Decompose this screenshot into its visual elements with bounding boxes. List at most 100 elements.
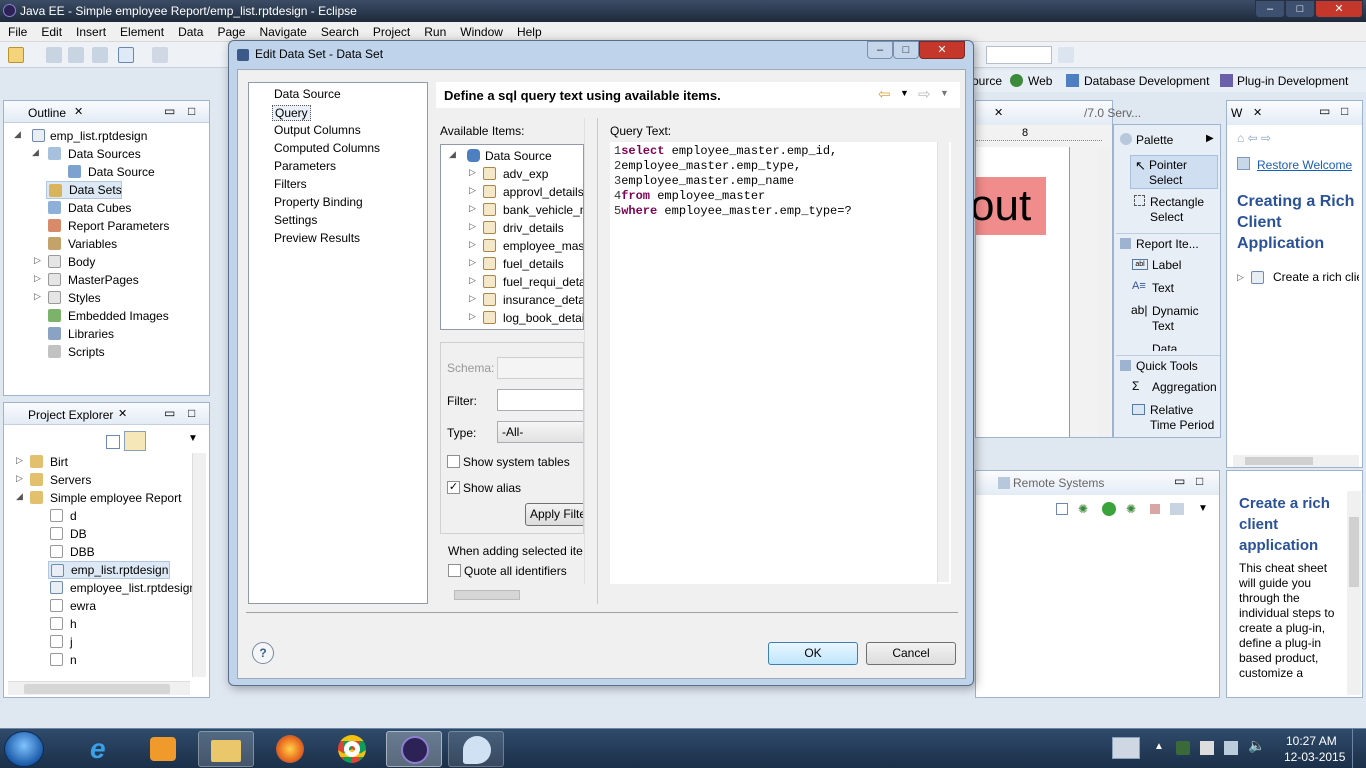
dialog-maximize-button[interactable]: □ [893, 41, 919, 59]
publish-icon[interactable] [1170, 503, 1184, 515]
report-items-header[interactable]: Report Ite... [1116, 233, 1220, 253]
toggle-icon[interactable] [118, 47, 134, 63]
cheatsheet-scrollbar[interactable] [1347, 491, 1361, 695]
nav-preview-results[interactable]: Preview Results [274, 231, 360, 247]
project-explorer-tab[interactable]: Project Explorer [28, 408, 113, 422]
tray-handwriting-icon[interactable] [1112, 737, 1140, 759]
collapse-all-icon[interactable] [1056, 503, 1068, 515]
expand-arrow-icon[interactable]: ▷ [16, 473, 23, 484]
dialog-minimize-button[interactable]: – [867, 41, 893, 59]
filter-input[interactable] [497, 389, 583, 411]
minimize-icon[interactable]: ▭ [164, 406, 175, 420]
close-tab-icon[interactable]: ✕ [994, 106, 1003, 119]
save-all-icon[interactable] [68, 47, 84, 63]
minimize-icon[interactable]: ▭ [1174, 474, 1185, 488]
forward-arrow-icon[interactable]: ⇨ [918, 85, 931, 103]
left-pane-hscroll[interactable] [440, 588, 580, 602]
taskbar-media[interactable] [136, 731, 192, 767]
menu-project[interactable]: Project [373, 22, 410, 39]
dialog-close-button[interactable]: ✕ [919, 41, 965, 59]
nav-settings[interactable]: Settings [274, 213, 317, 229]
horizontal-scrollbar[interactable] [8, 681, 190, 695]
start-button[interactable] [4, 731, 44, 767]
show-alias-checkbox[interactable]: ✓ [447, 481, 460, 494]
menu-insert[interactable]: Insert [76, 22, 106, 39]
welcome-tab[interactable]: W [1231, 106, 1242, 120]
show-desktop-button[interactable] [1352, 729, 1366, 768]
nav-data-source[interactable]: Data Source [274, 87, 341, 103]
clock-date[interactable]: 12-03-2015 [1284, 750, 1345, 764]
tray-expand-icon[interactable]: ▲ [1154, 741, 1164, 752]
collapse-arrow-icon[interactable]: ◢ [16, 491, 23, 502]
minimize-icon[interactable]: ▭ [164, 104, 175, 118]
expand-arrow-icon[interactable]: ▷ [469, 167, 476, 178]
expand-arrow-icon[interactable]: ▷ [34, 255, 41, 266]
close-tab-icon[interactable]: ✕ [74, 105, 83, 118]
close-button[interactable]: ✕ [1315, 0, 1363, 18]
quote-identifiers-checkbox[interactable] [448, 564, 461, 577]
collapse-arrow-icon[interactable]: ◢ [449, 149, 456, 160]
nav-output-columns[interactable]: Output Columns [274, 123, 361, 139]
back-dropdown-icon[interactable]: ▼ [900, 88, 909, 98]
collapse-all-icon[interactable] [106, 435, 120, 449]
maximize-icon[interactable]: □ [1341, 104, 1348, 118]
perspective-plugin[interactable]: Plug-in Development [1237, 74, 1348, 88]
collapse-arrow-icon[interactable]: ◢ [32, 147, 39, 158]
expand-arrow-icon[interactable]: ▷ [469, 221, 476, 232]
forward-dropdown-icon[interactable]: ▼ [940, 88, 949, 98]
outline-tab[interactable]: Outline [28, 106, 66, 120]
perspective-database[interactable]: Database Development [1084, 74, 1209, 88]
taskbar-paint[interactable] [448, 731, 504, 767]
toolbar-search-field[interactable] [986, 46, 1052, 64]
show-system-tables-checkbox[interactable] [447, 455, 460, 468]
taskbar-firefox[interactable] [262, 731, 318, 767]
taskbar-eclipse[interactable] [386, 731, 442, 767]
close-tab-icon[interactable]: ✕ [118, 407, 127, 420]
expand-arrow-icon[interactable]: ▷ [469, 203, 476, 214]
tray-network-icon[interactable] [1224, 741, 1238, 755]
new-icon[interactable] [8, 47, 24, 63]
collapse-arrow-icon[interactable]: ◢ [14, 129, 21, 140]
expand-arrow-icon[interactable]: ▷ [1237, 272, 1244, 283]
view-menu-icon[interactable]: ▼ [1198, 503, 1208, 514]
palette-label-tool[interactable]: abl Label [1130, 257, 1218, 275]
open-perspective-icon[interactable] [1058, 47, 1074, 63]
palette-data-tool[interactable]: Data [1130, 341, 1218, 351]
nav-filters[interactable]: Filters [274, 177, 307, 193]
query-vscroll[interactable] [937, 142, 949, 582]
tray-icon[interactable] [1176, 741, 1190, 755]
palette-collapse-icon[interactable]: ▶ [1206, 133, 1214, 144]
maximize-icon[interactable]: □ [188, 104, 195, 118]
home-icon[interactable]: ⌂ [1237, 131, 1244, 145]
expand-arrow-icon[interactable]: ▷ [469, 275, 476, 286]
aggregation-tool[interactable]: Σ Aggregation [1130, 379, 1218, 397]
maximize-icon[interactable]: □ [188, 406, 195, 420]
back-icon[interactable]: ⇦ [1248, 131, 1258, 145]
print-icon[interactable] [92, 47, 108, 63]
report-label-element[interactable]: out [970, 177, 1046, 235]
run-icon[interactable] [152, 47, 168, 63]
relative-time-period-tool[interactable]: Relative Time Period [1130, 402, 1218, 436]
run-icon[interactable] [1102, 502, 1116, 516]
back-arrow-icon[interactable]: ⇦ [878, 85, 891, 103]
menu-navigate[interactable]: Navigate [259, 22, 306, 39]
perspective-web[interactable]: Web [1028, 74, 1052, 88]
expand-arrow-icon[interactable]: ▷ [469, 293, 476, 304]
menu-help[interactable]: Help [517, 22, 542, 39]
left-pane-scrollbar[interactable] [584, 118, 596, 584]
editor-scrollbar[interactable] [1098, 149, 1110, 437]
link-editor-icon[interactable] [124, 431, 146, 451]
menu-edit[interactable]: Edit [41, 22, 62, 39]
menu-data[interactable]: Data [178, 22, 203, 39]
apply-filter-button[interactable]: Apply Filte [525, 503, 583, 526]
schema-combo[interactable] [497, 357, 583, 379]
expand-arrow-icon[interactable]: ▷ [469, 239, 476, 250]
minimize-icon[interactable]: ▭ [1319, 104, 1330, 118]
menu-file[interactable]: File [8, 22, 27, 39]
restore-welcome-link[interactable]: Restore Welcome [1257, 158, 1352, 172]
menu-window[interactable]: Window [460, 22, 503, 39]
stop-icon[interactable] [1150, 504, 1160, 514]
pointer-select-tool[interactable]: ↖ Pointer Select [1130, 155, 1218, 189]
maximize-icon[interactable]: □ [1196, 474, 1203, 488]
cancel-button[interactable]: Cancel [866, 642, 956, 665]
